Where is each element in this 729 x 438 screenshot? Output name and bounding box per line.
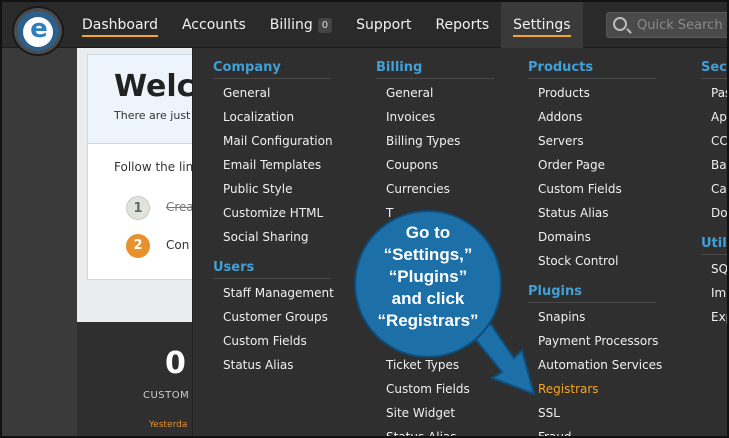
nav-settings[interactable]: Settings [501, 2, 583, 48]
menu-item-support-custom-fields[interactable]: Custom Fields [386, 382, 470, 396]
menu-item-fraud[interactable]: Fraud [538, 430, 572, 436]
menu-item-utilities-3[interactable]: Exp [711, 310, 727, 324]
callout-line: Go to [405, 223, 451, 242]
menu-item-addons[interactable]: Addons [538, 110, 582, 124]
getting-started-card: Follow the lin 1 Crea 2 Con [87, 144, 202, 280]
menu-header-security: Secu [701, 60, 727, 75]
divider [528, 302, 656, 303]
divider [213, 278, 331, 279]
menu-item-invoices[interactable]: Invoices [386, 110, 435, 124]
stat-label: CUSTOM [143, 390, 190, 401]
menu-item-ssl[interactable]: SSL [538, 406, 560, 420]
menu-header-products: Products [528, 60, 594, 75]
menu-item-registrars[interactable]: Registrars [538, 382, 599, 396]
app-logo[interactable]: e [14, 8, 62, 54]
follow-text: Follow the lin [114, 160, 194, 174]
app-window: Welco There are just Follow the lin 1 Cr… [0, 0, 729, 438]
menu-item-billing-general[interactable]: General [386, 86, 433, 100]
menu-item-email-templates[interactable]: Email Templates [223, 158, 321, 172]
callout-line: “Settings,” [383, 245, 473, 264]
nav-reports-label: Reports [435, 17, 490, 33]
menu-header-billing: Billing [376, 60, 423, 75]
billing-count-badge: 0 [317, 17, 333, 33]
step-2-label[interactable]: Con [166, 238, 189, 252]
left-sidebar [2, 48, 77, 436]
divider [376, 78, 494, 79]
menu-item-stock-control[interactable]: Stock Control [538, 254, 618, 268]
menu-item-automation-services[interactable]: Automation Services [538, 358, 662, 372]
stat-yesterday: Yesterda [149, 420, 188, 430]
menu-header-utilities: Utili [701, 236, 729, 251]
logo-e-icon: e [30, 14, 48, 44]
callout-line: “Registrars” [377, 311, 479, 330]
menu-item-domains[interactable]: Domains [538, 230, 591, 244]
menu-item-users-status-alias[interactable]: Status Alias [223, 358, 294, 372]
menu-header-company: Company [213, 60, 281, 75]
menu-item-social-sharing[interactable]: Social Sharing [223, 230, 308, 244]
divider [528, 78, 656, 79]
nav-support[interactable]: Support [344, 2, 423, 48]
menu-item-ticket-types[interactable]: Ticket Types [386, 358, 459, 372]
stat-number: 0 [165, 346, 186, 381]
menu-item-billing-types[interactable]: Billing Types [386, 134, 460, 148]
menu-item-security-3[interactable]: CC [711, 134, 727, 148]
menu-item-site-widget[interactable]: Site Widget [386, 406, 455, 420]
menu-item-customer-groups[interactable]: Customer Groups [223, 310, 328, 324]
menu-item-mail-configuration[interactable]: Mail Configuration [223, 134, 333, 148]
callout-line: and click [391, 289, 465, 308]
nav-accounts[interactable]: Accounts [170, 2, 258, 48]
menu-header-users: Users [213, 260, 255, 275]
menu-item-staff-management[interactable]: Staff Management [223, 286, 334, 300]
nav-settings-label: Settings [513, 17, 571, 37]
step-2-badge: 2 [126, 234, 150, 258]
step-1-label[interactable]: Crea [166, 200, 194, 214]
welcome-subtitle: There are just [114, 109, 191, 122]
menu-item-security-1[interactable]: Pas [711, 86, 727, 100]
nav-billing-label: Billing [269, 17, 313, 33]
menu-item-coupons[interactable]: Coupons [386, 158, 438, 172]
menu-item-products-custom-fields[interactable]: Custom Fields [538, 182, 622, 196]
menu-item-currencies[interactable]: Currencies [386, 182, 450, 196]
instruction-callout: Go to “Settings,” “Plugins” and click “R… [354, 210, 502, 358]
search-icon [613, 17, 627, 31]
menu-item-users-custom-fields[interactable]: Custom Fields [223, 334, 307, 348]
divider [701, 254, 727, 255]
callout-line: “Plugins” [388, 267, 468, 286]
top-navigation-bar: e Dashboard Accounts Billing 0 Support Re… [2, 2, 727, 54]
menu-item-order-page[interactable]: Order Page [538, 158, 605, 172]
menu-item-public-style[interactable]: Public Style [223, 182, 292, 196]
main-nav: Dashboard Accounts Billing 0 Support Repo… [70, 2, 583, 48]
menu-item-localization[interactable]: Localization [223, 110, 294, 124]
nav-dashboard[interactable]: Dashboard [70, 2, 170, 48]
menu-item-utilities-1[interactable]: SQL [711, 262, 727, 276]
nav-reports[interactable]: Reports [423, 2, 501, 48]
nav-dashboard-label: Dashboard [82, 17, 158, 37]
menu-item-customize-html[interactable]: Customize HTML [223, 206, 323, 220]
menu-item-payment-processors[interactable]: Payment Processors [538, 334, 658, 348]
menu-item-products[interactable]: Products [538, 86, 590, 100]
quick-search[interactable] [606, 12, 727, 38]
divider [701, 78, 727, 79]
menu-item-company-general[interactable]: General [223, 86, 270, 100]
menu-item-security-6[interactable]: Dor [711, 206, 727, 220]
nav-billing[interactable]: Billing 0 [258, 2, 344, 48]
nav-accounts-label: Accounts [181, 17, 246, 33]
menu-item-security-5[interactable]: Cap [711, 182, 727, 196]
menu-item-servers[interactable]: Servers [538, 134, 584, 148]
menu-item-products-status-alias[interactable]: Status Alias [538, 206, 609, 220]
divider [213, 78, 331, 79]
menu-item-support-status-alias[interactable]: Status Alias [386, 430, 457, 436]
menu-item-utilities-2[interactable]: Imp [711, 286, 727, 300]
welcome-panel: Welco There are just [87, 54, 215, 144]
menu-header-plugins: Plugins [528, 284, 582, 299]
menu-item-snapins[interactable]: Snapins [538, 310, 585, 324]
step-1-badge: 1 [126, 196, 150, 220]
search-input[interactable] [637, 15, 727, 35]
customer-stat-panel: 0 CUSTOM Yesterda [77, 322, 197, 436]
menu-item-security-2[interactable]: App [711, 110, 727, 124]
callout-text: Go to “Settings,” “Plugins” and click “R… [356, 222, 500, 332]
nav-support-label: Support [356, 17, 412, 33]
menu-item-security-4[interactable]: Ban [711, 158, 727, 172]
